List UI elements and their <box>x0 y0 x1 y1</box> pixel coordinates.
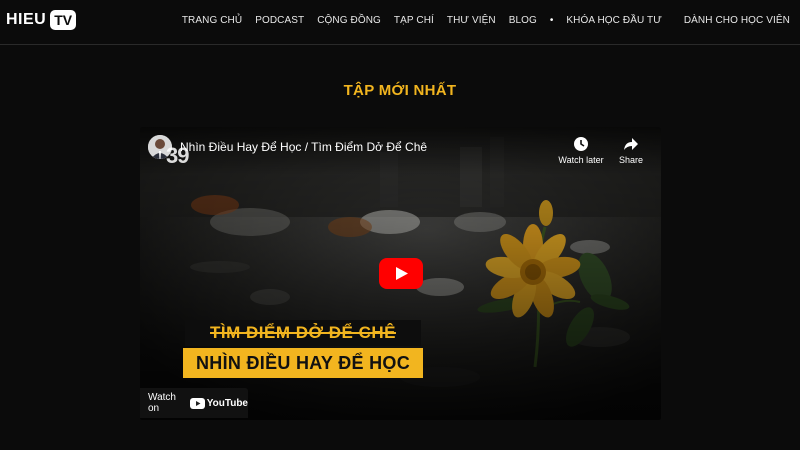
logo-badge: TV <box>50 10 77 30</box>
main-nav: TRANG CHỦ PODCAST CỘNG ĐỒNG TẠP CHÍ THƯ … <box>169 0 790 40</box>
nav-item-trang-chu[interactable]: TRANG CHỦ <box>182 15 242 26</box>
nav-item-tap-chi[interactable]: TẠP CHÍ <box>394 15 434 26</box>
caption-main: NHÌN ĐIỀU HAY ĐỂ HỌC <box>183 348 423 378</box>
youtube-icon <box>189 397 205 409</box>
logo-text: HIEU <box>6 11 47 28</box>
site-logo[interactable]: HIEU TV <box>6 8 77 32</box>
watch-later-button[interactable]: Watch later <box>556 135 606 165</box>
play-button[interactable] <box>379 258 423 289</box>
share-button[interactable]: Share <box>606 135 656 165</box>
clock-icon <box>556 135 606 153</box>
site-header: HIEU TV TRANG CHỦ PODCAST CỘNG ĐỒNG TẠP … <box>0 0 800 45</box>
video-player[interactable]: 39 Nhìn Điều Hay Để Học / Tìm Điểm Dở Để… <box>140 127 661 420</box>
watch-later-label: Watch later <box>558 155 604 165</box>
nav-separator: • <box>549 14 554 26</box>
nav-item-hoc-vien[interactable]: DÀNH CHO HỌC VIÊN <box>684 15 790 26</box>
nav-item-cong-dong[interactable]: CỘNG ĐỒNG <box>317 15 381 26</box>
video-title[interactable]: Nhìn Điều Hay Để Học / Tìm Điểm Dở Để Ch… <box>180 140 427 154</box>
caption-strike-text: TÌM ĐIỂM DỞ ĐỂ CHÊ <box>210 323 396 342</box>
watch-on-youtube-button[interactable]: Watch on YouTube <box>140 388 248 418</box>
section-title: TẬP MỚI NHẤT <box>343 82 457 99</box>
nav-item-blog[interactable]: BLOG <box>509 15 537 26</box>
nav-item-thu-vien[interactable]: THƯ VIỆN <box>447 15 496 26</box>
nav-item-podcast[interactable]: PODCAST <box>255 15 304 26</box>
youtube-logo: YouTube <box>189 397 248 409</box>
share-label: Share <box>618 155 644 165</box>
watch-on-label: Watch on <box>148 392 176 414</box>
caption-main-text: NHÌN ĐIỀU HAY ĐỂ HỌC <box>195 352 411 373</box>
youtube-wordmark: YouTube <box>206 397 248 409</box>
share-icon <box>606 135 656 153</box>
nav-item-khoa-hoc[interactable]: KHÓA HỌC ĐẦU TƯ <box>566 15 661 26</box>
caption-strikethrough: TÌM ĐIỂM DỞ ĐỂ CHÊ <box>185 320 421 346</box>
